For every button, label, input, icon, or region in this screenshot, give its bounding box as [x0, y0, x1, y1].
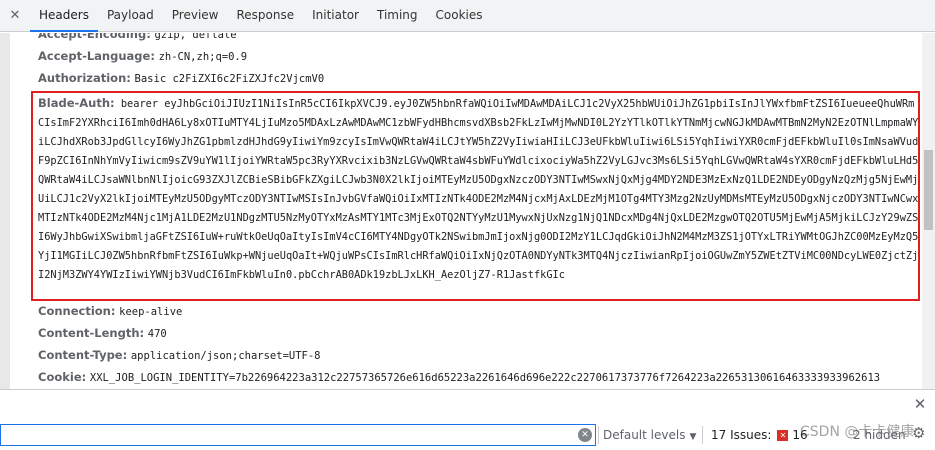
header-row-accept-language: Accept-Language: zh-CN,zh;q=0.9 — [38, 48, 247, 65]
header-row-accept-encoding: Accept-Encoding: gzip, deflate — [38, 33, 237, 43]
issues-label: 17 Issues: — [711, 428, 772, 442]
toolbar-divider — [702, 426, 703, 444]
header-name: Connection: — [38, 304, 116, 318]
header-name: Content-Length: — [38, 326, 145, 340]
watermark: CSDN @卡卡健康 — [800, 424, 915, 440]
header-row-authorization: Authorization: Basic c2FiZXI6c2FiZXJfc2V… — [38, 70, 324, 87]
header-value: application/json;charset=UTF-8 — [130, 350, 321, 362]
error-icon: ✕ — [777, 429, 789, 441]
header-name: Authorization: — [38, 71, 131, 85]
header-value: Basic c2FiZXI6c2FiZXJfc2VjcmV0 — [134, 73, 325, 85]
scrollbar-thumb[interactable] — [924, 150, 933, 230]
header-row-blade-auth: Blade-Auth: bearer eyJhbGciOiJIUzI1NiIsI… — [38, 94, 920, 285]
header-value: zh-CN,zh;q=0.9 — [158, 51, 248, 63]
header-value: keep-alive — [119, 306, 183, 318]
clear-filter-icon[interactable]: ✕ — [578, 428, 592, 442]
default-levels-dropdown[interactable]: Default levels ▼ — [603, 428, 696, 442]
levels-label: Default levels — [603, 428, 686, 442]
devtools-tab-bar: ✕ Headers Payload Preview Response Initi… — [0, 0, 935, 32]
header-value: bearer eyJhbGciOiJIUzI1NiIsInR5cCI6IkpXV… — [38, 98, 919, 281]
header-row-cookie: Cookie: XXL_JOB_LOGIN_IDENTITY=7b2269642… — [38, 369, 880, 386]
gear-icon[interactable]: ⚙ — [912, 424, 925, 442]
header-name: Accept-Encoding: — [38, 33, 151, 41]
chevron-down-icon: ▼ — [689, 432, 697, 442]
header-row-content-type: Content-Type: application/json;charset=U… — [38, 347, 321, 364]
header-row-connection: Connection: keep-alive — [38, 303, 182, 320]
header-row-content-length: Content-Length: 470 — [38, 325, 167, 342]
tab-cookies[interactable]: Cookies — [427, 0, 492, 32]
issues-button[interactable]: 17 Issues: ✕ 16 — [711, 428, 808, 442]
panel-gutter — [0, 33, 10, 389]
header-name: Accept-Language: — [38, 49, 155, 63]
console-drawer-bar — [0, 389, 935, 417]
tab-response[interactable]: Response — [227, 0, 303, 32]
console-filter-input[interactable] — [0, 424, 596, 446]
tab-payload[interactable]: Payload — [98, 0, 163, 32]
toolbar-divider — [598, 426, 599, 444]
close-icon[interactable]: ✕ — [0, 0, 30, 32]
header-name: Cookie: — [38, 370, 87, 384]
header-value: 470 — [147, 328, 167, 340]
tab-headers[interactable]: Headers — [30, 0, 98, 32]
close-icon[interactable]: ✕ — [911, 395, 929, 413]
tab-initiator[interactable]: Initiator — [303, 0, 368, 32]
header-name: Content-Type: — [38, 348, 128, 362]
header-value: XXL_JOB_LOGIN_IDENTITY=7b226964223a312c2… — [89, 372, 881, 384]
header-value: gzip, deflate — [154, 33, 237, 41]
request-headers-panel: Accept-Encoding: gzip, deflate Accept-La… — [0, 33, 922, 389]
tab-timing[interactable]: Timing — [368, 0, 427, 32]
tab-preview[interactable]: Preview — [163, 0, 228, 32]
header-name: Blade-Auth: — [38, 96, 115, 110]
